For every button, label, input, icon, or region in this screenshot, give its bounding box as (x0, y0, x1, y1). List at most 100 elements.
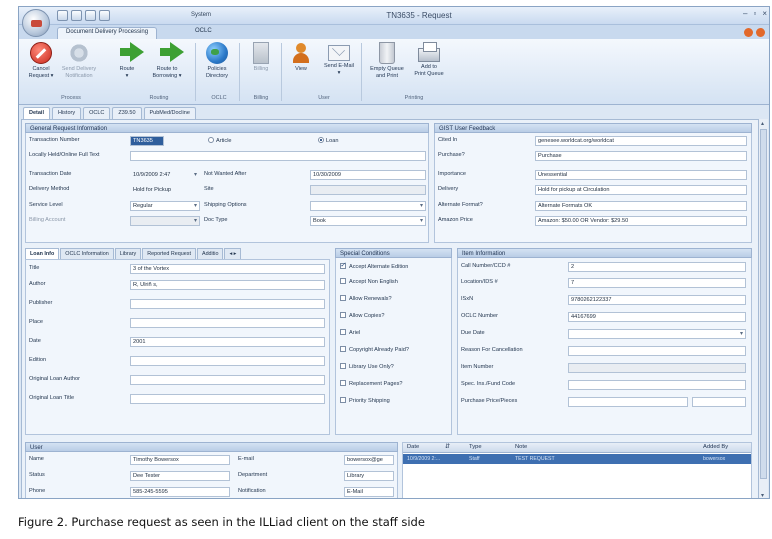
item-oclc-number-field[interactable]: 44167699 (568, 312, 746, 322)
minimize-icon[interactable]: – (743, 9, 747, 18)
item-reason-cancellation-field[interactable] (568, 346, 746, 356)
gist-value-amazon-price[interactable]: Amazon: $50.00 OR Vendor: $29.50 (535, 216, 747, 226)
quick-save-icon[interactable] (57, 10, 68, 21)
send-email-button[interactable]: Send E-Mail ▾ (321, 42, 357, 77)
item-purchase-price-field[interactable] (568, 397, 688, 407)
local-hold-field[interactable] (130, 151, 426, 161)
table-row[interactable]: 10/9/2009 2:... Staff TEST REQUEST bower… (403, 454, 751, 464)
user-phone-field[interactable]: 585-245-5595 (130, 487, 230, 497)
doc-type-select[interactable]: Book (310, 216, 426, 226)
group-divider (281, 43, 282, 101)
checkbox-accept-non-english[interactable]: Accept Non English (340, 278, 398, 285)
item-pieces-field[interactable] (692, 397, 746, 407)
policies-directory-button[interactable]: Policies Directory (199, 42, 235, 80)
item-isxn-field[interactable]: 9780262122337 (568, 295, 746, 305)
loan-original-title-field[interactable] (130, 394, 325, 404)
user-notification-field[interactable]: E-Mail (344, 487, 394, 497)
delivery-method-field[interactable]: Hold for Pickup (130, 185, 200, 195)
tab-detail[interactable]: Detail (23, 107, 50, 119)
notes-col-date[interactable]: Date (407, 444, 419, 450)
loan-original-author-field[interactable] (130, 375, 325, 385)
quick-settings-icon[interactable] (85, 10, 96, 21)
notes-col-note[interactable]: Note (515, 444, 527, 450)
loan-author-field[interactable]: R, Ulriñ s, (130, 280, 325, 290)
checkbox-replacement-pages[interactable]: Replacement Pages? (340, 380, 403, 387)
system-tab-label[interactable]: System (191, 12, 211, 18)
loan-place-field[interactable] (130, 318, 325, 328)
not-wanted-after-field[interactable]: 10/30/2009 (310, 170, 426, 180)
tab-document-delivery-processing[interactable]: Document Delivery Processing (57, 27, 158, 39)
scroll-up-icon[interactable]: ▴ (761, 120, 764, 127)
tab-pubmed-docline[interactable]: PubMed/Docline (143, 107, 196, 119)
item-item-number-field[interactable] (568, 363, 746, 373)
checkbox-label: Replacement Pages? (349, 381, 403, 387)
vertical-scrollbar[interactable]: ▴ ▾ (758, 119, 768, 498)
options-icon[interactable] (756, 28, 765, 37)
checkbox-copyright-paid[interactable]: Copyright Already Paid? (340, 346, 409, 353)
quick-help-icon[interactable] (99, 10, 110, 21)
restore-icon[interactable]: ▫ (753, 9, 756, 18)
gist-value-alternate-format[interactable]: Alternate Formats OK (535, 201, 747, 211)
radio-article[interactable]: Article (208, 137, 232, 144)
help-icon[interactable] (744, 28, 753, 37)
user-email-field[interactable]: bowersox@ge (344, 455, 394, 465)
item-call-number-field[interactable]: 2 (568, 262, 746, 272)
empty-queue-and-print-button[interactable]: Empty Queue and Print (369, 42, 405, 80)
tab-additional[interactable]: Additio (196, 248, 224, 259)
sort-icon[interactable]: ⇵ (445, 444, 450, 450)
loan-date-field[interactable]: 2001 (130, 337, 325, 347)
group-label-process: Process (61, 95, 81, 101)
service-level-select[interactable]: Regular (130, 201, 200, 211)
checkbox-allow-renewals[interactable]: Allow Renewals? (340, 295, 392, 302)
item-fund-code-field[interactable] (568, 380, 746, 390)
gist-value-cited-in[interactable]: genesee.worldcat.org/worldcat (535, 136, 747, 146)
cancel-request-button[interactable]: Cancel Request ▾ (23, 42, 59, 80)
transaction-date-field[interactable]: 10/9/2009 2:47 (130, 170, 200, 180)
tab-loan-info[interactable]: Loan Info (25, 248, 60, 259)
checkbox-library-use-only[interactable]: Library Use Only? (340, 363, 394, 370)
checkbox-allow-copies[interactable]: Allow Copies? (340, 312, 384, 319)
site-field[interactable] (310, 185, 426, 195)
tab-oclc[interactable]: OCLC (187, 27, 220, 39)
transaction-number-field[interactable]: TN3635 (130, 136, 164, 146)
shipping-options-select[interactable] (310, 201, 426, 211)
checkbox-label: Ariel (349, 330, 361, 336)
item-due-date-picker[interactable] (568, 329, 746, 339)
send-delivery-notification-button[interactable]: Send Delivery Notification (61, 42, 97, 80)
tab-z3950[interactable]: Z39.50 (112, 107, 142, 119)
checkbox-accept-alternate-edition[interactable]: Accept Alternate Edition (340, 261, 408, 270)
scroll-thumb[interactable] (760, 129, 767, 479)
loan-title-field[interactable]: 3 of the Vortex (130, 264, 325, 274)
loan-publisher-field[interactable] (130, 299, 325, 309)
notes-col-added-by[interactable]: Added By (703, 444, 728, 450)
gist-value-purchase[interactable]: Purchase (535, 151, 747, 161)
route-to-borrowing-button[interactable]: Route to Borrowing ▾ (149, 42, 185, 80)
view-user-button[interactable]: View (283, 42, 319, 73)
tab-oclc-detail[interactable]: OCLC (83, 107, 111, 119)
tab-oclc-information[interactable]: OCLC Information (60, 248, 114, 259)
radio-loan[interactable]: Loan (318, 137, 338, 144)
tab-library[interactable]: Library (114, 248, 142, 259)
gist-value-importance[interactable]: Unessential (535, 170, 747, 180)
route-button[interactable]: Route ▾ (109, 42, 145, 80)
item-location-field[interactable]: 7 (568, 278, 746, 288)
tab-history[interactable]: History (51, 107, 82, 119)
user-status-field[interactable]: Dee Tester (130, 471, 230, 481)
tab-scroll-arrows-icon[interactable]: ◂ ▸ (224, 248, 242, 259)
checkbox-ariel[interactable]: Ariel (340, 329, 360, 336)
checkbox-box (340, 329, 346, 335)
user-department-field[interactable]: Library (344, 471, 394, 481)
quick-new-icon[interactable] (71, 10, 82, 21)
close-icon[interactable]: × (762, 9, 767, 18)
tab-reported-request[interactable]: Reported Request (142, 248, 196, 259)
billing-account-select[interactable] (130, 216, 200, 226)
gist-value-delivery[interactable]: Hold for pickup at Circulation (535, 185, 747, 195)
notes-col-type[interactable]: Type (469, 444, 482, 450)
scroll-down-icon[interactable]: ▾ (761, 492, 764, 498)
application-menu-button[interactable] (22, 9, 50, 37)
billing-button[interactable]: Billing (243, 42, 279, 73)
user-name-field[interactable]: Timothy Bowersox (130, 455, 230, 465)
checkbox-priority-shipping[interactable]: Priority Shipping (340, 397, 390, 404)
loan-edition-field[interactable] (130, 356, 325, 366)
add-to-print-queue-button[interactable]: Add to Print Queue (411, 42, 447, 78)
